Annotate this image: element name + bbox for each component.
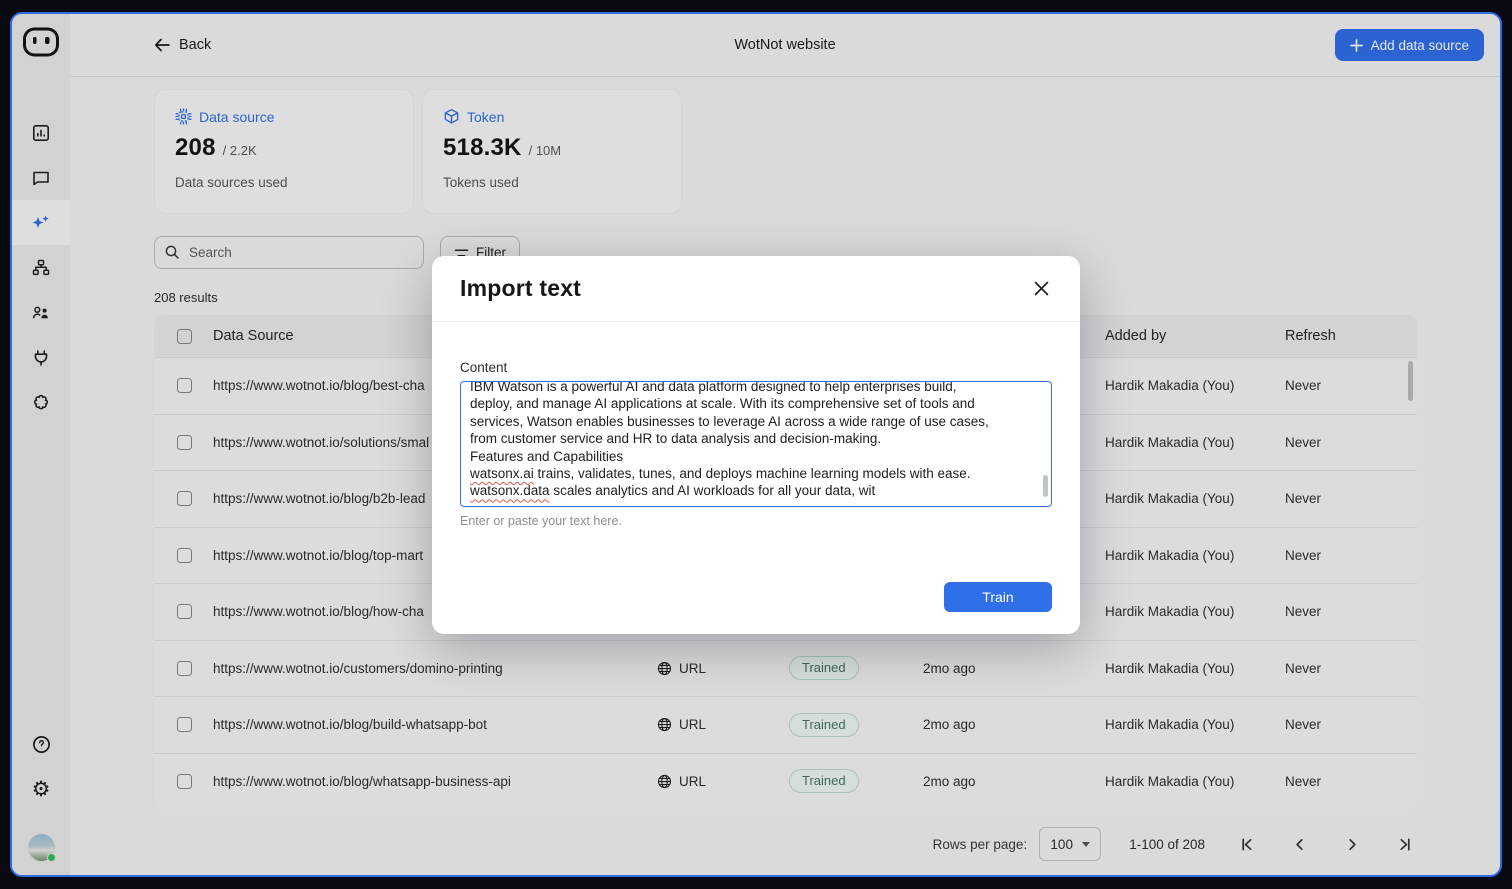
- textarea-scrollbar[interactable]: [1043, 475, 1048, 497]
- modal-body: Content IBM Watson is a powerful AI and …: [432, 322, 1080, 528]
- import-text-modal: Import text Content IBM Watson is a powe…: [432, 256, 1080, 634]
- modal-header: Import text: [432, 256, 1080, 322]
- content-text: IBM Watson is a powerful AI and data pla…: [470, 381, 1042, 500]
- close-button[interactable]: [1031, 278, 1052, 299]
- content-label: Content: [460, 360, 1052, 375]
- content-textarea[interactable]: IBM Watson is a powerful AI and data pla…: [460, 381, 1052, 507]
- content-helper-text: Enter or paste your text here.: [460, 514, 1052, 528]
- train-button[interactable]: Train: [944, 582, 1052, 612]
- modal-title: Import text: [460, 275, 581, 302]
- close-icon: [1033, 280, 1050, 297]
